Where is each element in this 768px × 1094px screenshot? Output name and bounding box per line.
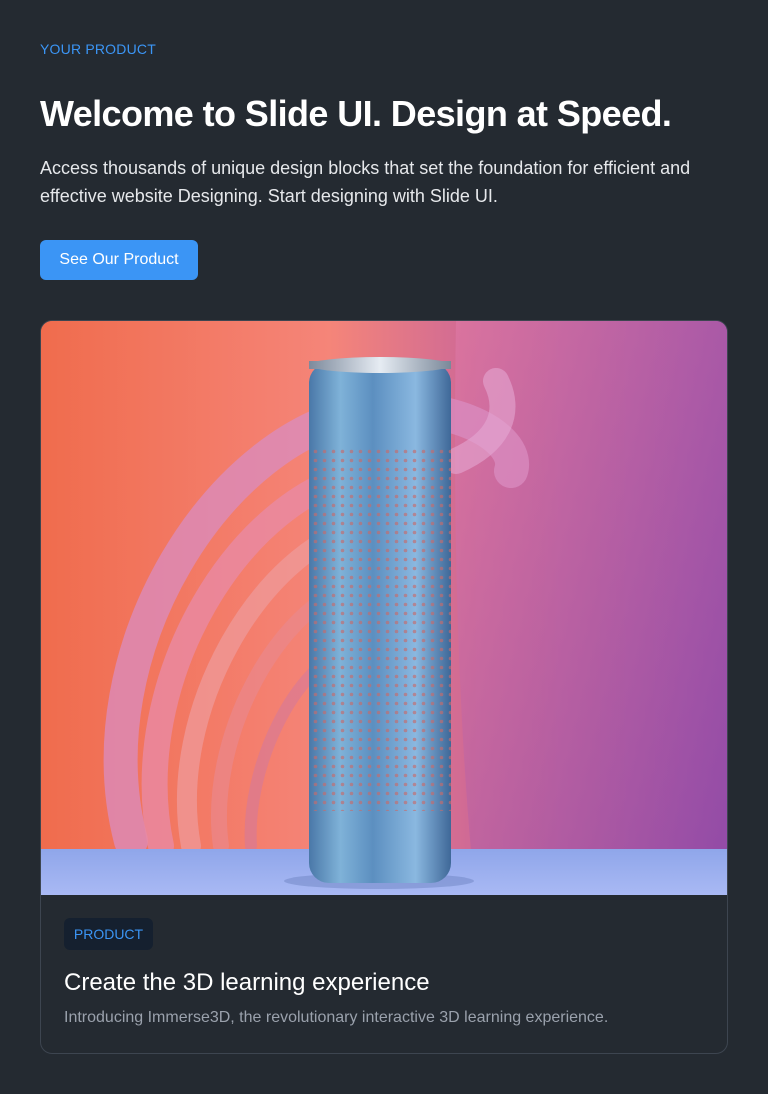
product-card[interactable]: PRODUCT Create the 3D learning experienc… [40,320,728,1054]
card-title[interactable]: Create the 3D learning experience [64,969,430,997]
hero-description: Access thousands of unique design blocks… [40,158,691,206]
category-badge: PRODUCT [64,918,153,950]
page-title: Welcome to Slide UI. Design at Speed. [40,93,672,134]
see-our-product-button[interactable]: See Our Product [40,240,198,280]
card-description: Introducing Immerse3D, the revolutionary… [64,1009,609,1026]
eyebrow-label: YOUR PRODUCT [40,41,156,57]
product-image [41,321,727,895]
page: YOUR PRODUCT Welcome to Slide UI. Design… [0,0,768,1094]
